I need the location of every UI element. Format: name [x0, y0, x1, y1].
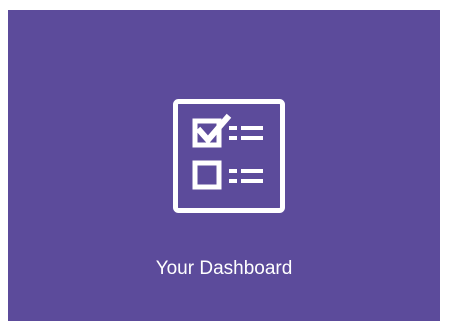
- dashboard-tile[interactable]: Your Dashboard: [8, 10, 440, 321]
- tile-label: Your Dashboard: [155, 258, 293, 279]
- checklist-icon: [173, 99, 285, 213]
